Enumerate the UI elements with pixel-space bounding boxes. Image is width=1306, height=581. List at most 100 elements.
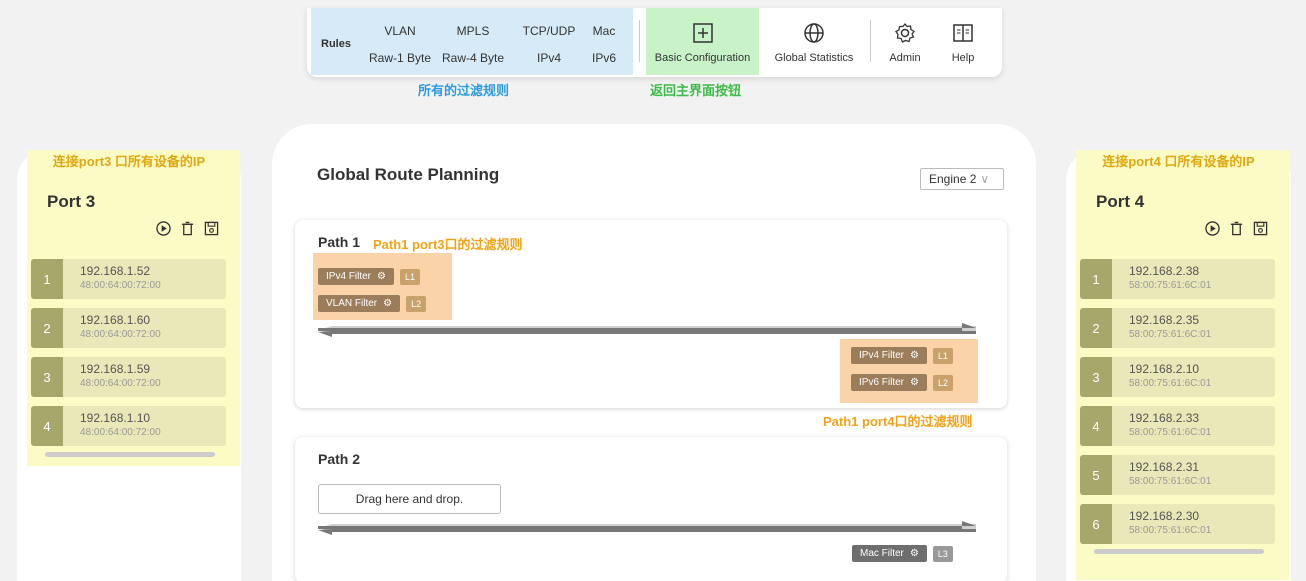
global-stats-button[interactable]: Global Statistics xyxy=(759,8,869,75)
device-ip: 192.168.1.59 xyxy=(80,362,151,376)
admin-label: Admin xyxy=(889,51,921,64)
device-number: 3 xyxy=(1080,357,1112,397)
play-icon[interactable] xyxy=(155,220,171,236)
play-icon[interactable] xyxy=(1204,220,1220,236)
engine-value: Engine 2 xyxy=(929,172,977,186)
rules-title: Rules xyxy=(321,38,351,50)
drop-zone[interactable]: Drag here and drop. xyxy=(318,484,501,514)
help-label: Help xyxy=(951,51,975,64)
device-row[interactable]: 1 192.168.2.38 58:00:75:61:6C:01 xyxy=(1080,259,1275,299)
rule-mac[interactable]: Mac xyxy=(569,24,639,38)
device-row[interactable]: 2 192.168.2.35 58:00:75:61:6C:01 xyxy=(1080,308,1275,348)
rule-vlan[interactable]: VLAN xyxy=(365,24,435,38)
path2-title: Path 2 xyxy=(318,451,361,467)
device-mac: 58:00:75:61:6C:01 xyxy=(1129,378,1212,389)
port3-title: Port 3 xyxy=(47,192,96,211)
filter-item[interactable]: IPv4 Filter ⚙ L1 xyxy=(851,347,953,364)
device-number: 4 xyxy=(31,406,63,446)
device-number: 6 xyxy=(1080,504,1112,544)
device-number: 1 xyxy=(1080,259,1112,299)
device-ip: 192.168.2.10 xyxy=(1129,362,1200,376)
path2-card: Path 2 Drag here and drop. Mac Filter ⚙ L… xyxy=(295,437,1007,581)
bidirectional-arrow-icon xyxy=(318,521,976,535)
save-icon[interactable] xyxy=(203,220,219,236)
device-row[interactable]: 3 192.168.1.59 48:00:64:00:72:00 xyxy=(31,357,226,397)
device-mac: 48:00:64:00:72:00 xyxy=(80,378,161,389)
plus-square-icon xyxy=(690,20,716,46)
device-mac: 48:00:64:00:72:00 xyxy=(80,280,161,291)
chevron-down-icon: ∨ xyxy=(980,172,990,186)
device-mac: 58:00:75:61:6C:01 xyxy=(1129,427,1212,438)
filter-item[interactable]: IPv4 Filter ⚙ L1 xyxy=(318,268,420,285)
rule-mpls[interactable]: MPLS xyxy=(438,24,508,38)
admin-button[interactable]: Admin xyxy=(877,8,933,75)
port3-actions xyxy=(155,220,219,236)
rule-raw4[interactable]: Raw-4 Byte xyxy=(438,51,508,65)
device-number: 2 xyxy=(1080,308,1112,348)
filter-level-tag: L1 xyxy=(399,268,420,285)
device-ip: 192.168.2.30 xyxy=(1129,509,1200,523)
gear-icon[interactable]: ⚙ xyxy=(377,271,386,282)
bidirectional-arrow-icon xyxy=(318,323,976,337)
path1-title: Path 1 xyxy=(318,234,361,250)
device-mac: 58:00:75:61:6C:01 xyxy=(1129,280,1212,291)
device-ip: 192.168.2.31 xyxy=(1129,460,1200,474)
gear-icon xyxy=(892,20,918,46)
filter-item[interactable]: VLAN Filter ⚙ L2 xyxy=(318,295,427,312)
save-icon[interactable] xyxy=(1252,220,1268,236)
trash-icon[interactable] xyxy=(1228,220,1244,236)
device-number: 4 xyxy=(1080,406,1112,446)
annotation-all-rules: 所有的过滤规则 xyxy=(418,83,510,98)
toolbar-divider-2 xyxy=(870,20,871,62)
port4-actions xyxy=(1204,220,1268,236)
filter-item[interactable]: Mac Filter ⚙ L3 xyxy=(852,545,953,562)
filter-name: IPv4 Filter xyxy=(326,271,372,282)
filter-level-tag: L1 xyxy=(932,347,953,364)
annotation-path1-port4: Path1 port4口的过滤规则 xyxy=(823,414,973,429)
device-row[interactable]: 2 192.168.1.60 48:00:64:00:72:00 xyxy=(31,308,226,348)
device-mac: 48:00:64:00:72:00 xyxy=(80,427,161,438)
filter-item[interactable]: IPv6 Filter ⚙ L2 xyxy=(851,374,953,391)
device-row[interactable]: 5 192.168.2.31 58:00:75:61:6C:01 xyxy=(1080,455,1275,495)
device-mac: 58:00:75:61:6C:01 xyxy=(1129,329,1212,340)
scrollbar[interactable] xyxy=(1094,549,1264,554)
device-mac: 58:00:75:61:6C:01 xyxy=(1129,525,1212,536)
toolbar-divider xyxy=(639,20,640,62)
filter-level-tag: L2 xyxy=(932,374,953,391)
gear-icon[interactable]: ⚙ xyxy=(910,548,919,559)
filter-name: IPv4 Filter xyxy=(859,350,905,361)
port4-panel: 连接port4 口所有设备的IP Port 4 1 192.168.2.38 58:… xyxy=(1066,150,1291,581)
filter-name: IPv6 Filter xyxy=(859,377,905,388)
basic-config-label: Basic Configuration xyxy=(654,51,751,64)
annotation-return-main: 返回主界面按钮 xyxy=(650,83,742,98)
device-number: 3 xyxy=(31,357,63,397)
path1-card: Path 1 Path1 port3口的过滤规则 IPv4 Filter ⚙ L1… xyxy=(295,220,1007,408)
gear-icon[interactable]: ⚙ xyxy=(383,298,392,309)
device-number: 5 xyxy=(1080,455,1112,495)
global-stats-label: Global Statistics xyxy=(774,51,854,64)
device-row[interactable]: 4 192.168.1.10 48:00:64:00:72:00 xyxy=(31,406,226,446)
gear-icon[interactable]: ⚙ xyxy=(910,350,919,361)
device-row[interactable]: 4 192.168.2.33 58:00:75:61:6C:01 xyxy=(1080,406,1275,446)
device-mac: 58:00:75:61:6C:01 xyxy=(1129,476,1212,487)
filter-level-tag: L3 xyxy=(932,545,953,562)
rule-ipv6[interactable]: IPv6 xyxy=(569,51,639,65)
rule-raw1[interactable]: Raw-1 Byte xyxy=(365,51,435,65)
engine-select[interactable]: Engine 2 ∨ xyxy=(920,168,1004,190)
device-ip: 192.168.2.33 xyxy=(1129,411,1200,425)
filter-name: Mac Filter xyxy=(860,548,904,559)
filter-name: VLAN Filter xyxy=(326,298,378,309)
page-title: Global Route Planning xyxy=(317,165,500,184)
help-button[interactable]: Help xyxy=(935,8,991,75)
trash-icon[interactable] xyxy=(179,220,195,236)
basic-config-button[interactable]: Basic Configuration xyxy=(646,8,759,75)
device-row[interactable]: 1 192.168.1.52 48:00:64:00:72:00 xyxy=(31,259,226,299)
device-row[interactable]: 6 192.168.2.30 58:00:75:61:6C:01 xyxy=(1080,504,1275,544)
route-planning-panel: Global Route Planning Engine 2 ∨ Path 1 P… xyxy=(272,124,1036,581)
device-number: 2 xyxy=(31,308,63,348)
scrollbar[interactable] xyxy=(45,452,215,457)
gear-icon[interactable]: ⚙ xyxy=(910,377,919,388)
top-toolbar: Rules VLAN MPLS TCP/UDP Mac Raw-1 Byte R… xyxy=(307,8,1002,77)
device-ip: 192.168.1.60 xyxy=(80,313,151,327)
device-row[interactable]: 3 192.168.2.10 58:00:75:61:6C:01 xyxy=(1080,357,1275,397)
